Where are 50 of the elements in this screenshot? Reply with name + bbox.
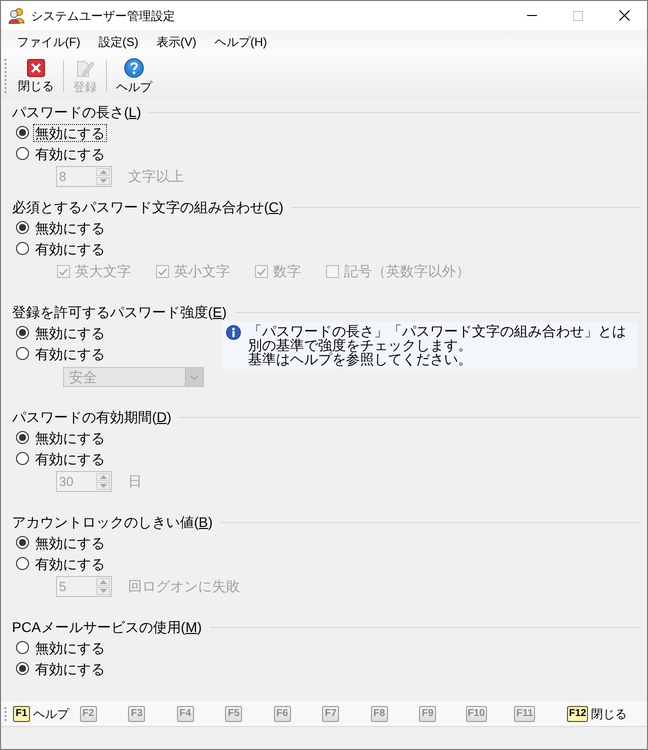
radio-option[interactable]: 無効にする — [16, 637, 107, 658]
key-cap: F1 — [13, 706, 30, 722]
radio-option[interactable]: 有効にする — [16, 448, 107, 469]
info-icon — [226, 325, 241, 340]
radio-option[interactable]: 無効にする — [16, 217, 107, 238]
function-key-button[interactable]: F1 ヘルプ — [13, 704, 69, 722]
caret-up-icon — [100, 475, 106, 479]
section-title: PCAメールサービスの使用(M) — [12, 618, 202, 637]
menu-item[interactable]: ファイル(F) — [8, 31, 90, 52]
window-title: システムユーザー管理設定 — [31, 8, 176, 24]
radio-option[interactable]: 無効にする — [16, 427, 107, 448]
unit-label: 文字以上 — [128, 167, 184, 186]
note-text: 「パスワードの長さ」「パスワード文字の組み合わせ」とは別の基準で強度をチェックします。 — [248, 324, 627, 352]
key-cap: F12 — [567, 706, 588, 722]
radio-option[interactable]: 有効にする — [16, 238, 107, 259]
section-title: 必須とするパスワード文字の組み合わせ(C) — [12, 198, 284, 217]
caret-down-icon — [100, 589, 106, 593]
close-icon — [27, 59, 45, 77]
caret-down-icon — [100, 484, 106, 488]
section-title: パスワードの有効期間(D) — [12, 408, 172, 427]
help-button[interactable]: ヘルプ — [113, 56, 155, 96]
unit-label: 回ログオンに失敗 — [128, 577, 240, 596]
grip-icon[interactable] — [4, 706, 7, 722]
maximize-icon — [573, 10, 583, 20]
radio-option[interactable]: 有効にする — [16, 658, 107, 679]
section-title: 登録を許可するパスワード強度(E) — [12, 303, 227, 322]
caret-up-icon — [100, 170, 106, 174]
menu-item[interactable]: 設定(S) — [89, 31, 148, 52]
chevron-down-icon — [190, 374, 199, 380]
caret-up-icon — [100, 580, 106, 584]
menu-item[interactable]: 表示(V) — [147, 31, 206, 52]
section-title: アカウントロックのしきい値(B) — [12, 513, 213, 532]
function-key-button[interactable]: F12 閉じる — [567, 704, 628, 722]
radio-option[interactable]: 有効にする — [16, 343, 107, 364]
radio-option[interactable]: 無効にする — [16, 322, 107, 343]
close-button[interactable]: 閉じる — [15, 56, 57, 96]
radio-option[interactable]: 無効にする — [16, 532, 107, 553]
help-icon — [124, 58, 144, 78]
close-icon — [618, 10, 630, 21]
users-icon — [8, 7, 25, 24]
section-title: パスワードの長さ(L) — [12, 103, 142, 122]
grip-icon[interactable] — [4, 58, 7, 94]
document-pencil-icon — [75, 58, 95, 78]
note-text: 基準はヘルプを参照してください。 — [248, 352, 473, 366]
menu-item[interactable]: ヘルプ(H) — [205, 31, 276, 52]
radio-option[interactable]: 有効にする — [16, 143, 107, 164]
minimize-icon — [527, 15, 537, 16]
unit-label: 日 — [128, 472, 142, 491]
radio-option[interactable]: 有効にする — [16, 553, 107, 574]
caret-down-icon — [100, 179, 106, 183]
